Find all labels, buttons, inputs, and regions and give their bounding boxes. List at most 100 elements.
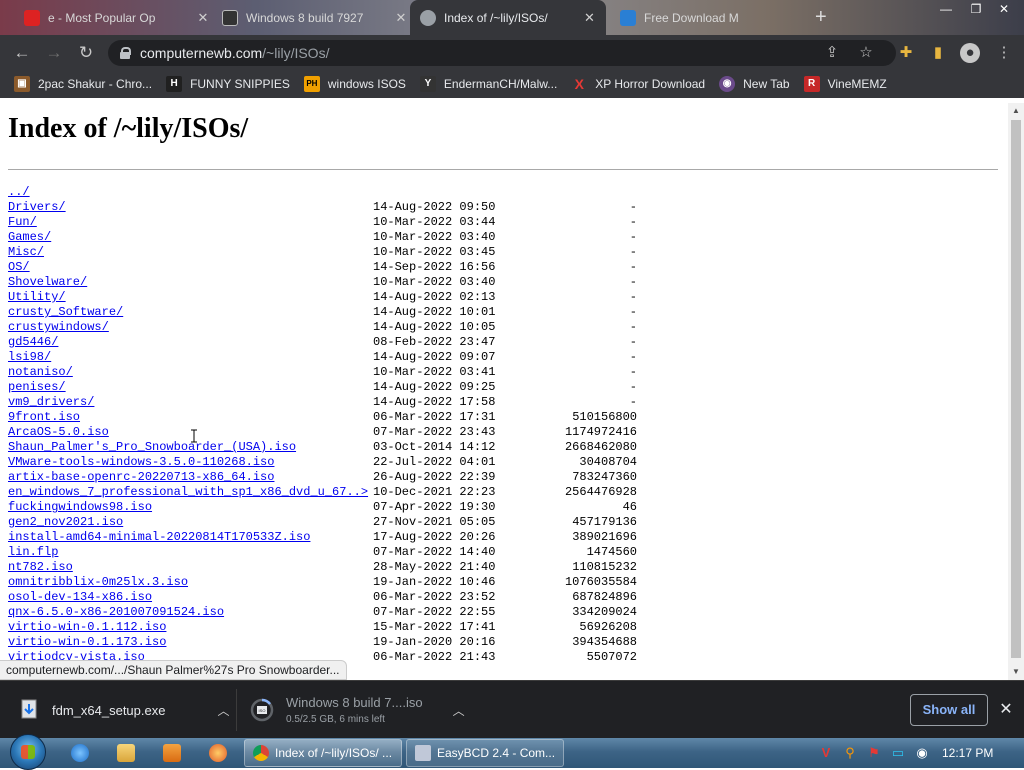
tab-3-active[interactable]: Index of /~lily/ISOs/ ✕: [410, 0, 606, 35]
download-progress-text: 0.5/2.5 GB, 6 mins left: [286, 714, 385, 725]
entry-link[interactable]: Utility/: [8, 290, 66, 305]
profile-avatar-icon[interactable]: ●: [960, 43, 980, 63]
entry-link[interactable]: Shovelware/: [8, 275, 87, 290]
entry-link[interactable]: gen2_nov2021.iso: [8, 515, 123, 530]
minimize-icon[interactable]: —: [932, 0, 960, 20]
entry-link[interactable]: OS/: [8, 260, 30, 275]
entry-size: 783247360: [572, 470, 637, 484]
bookmark-windows-isos[interactable]: PH windows ISOS: [303, 76, 406, 92]
download-item-windows8[interactable]: ISO Windows 8 build 7....iso 0.5/2.5 GB,…: [250, 689, 465, 731]
tray-monitor-icon[interactable]: ▭: [890, 745, 906, 761]
bookmark-xp-horror[interactable]: X XP Horror Download: [571, 76, 705, 92]
side-panel-icon[interactable]: ▮: [928, 43, 948, 63]
bookmark-vinememz[interactable]: R VineMEMZ: [803, 76, 887, 92]
extensions-icon[interactable]: ✚: [896, 43, 916, 63]
entry-link[interactable]: Drivers/: [8, 200, 66, 215]
tab-close-icon[interactable]: ✕: [583, 10, 596, 26]
close-window-icon[interactable]: ✕: [990, 0, 1018, 20]
scroll-up-icon[interactable]: ▲: [1008, 103, 1024, 119]
entry-link[interactable]: en_windows_7_professional_with_sp1_x86_d…: [8, 485, 368, 500]
globe-icon: [420, 9, 436, 26]
bookmark-endermanch[interactable]: Y EndermanCH/Malw...: [419, 76, 557, 92]
entry-link[interactable]: Misc/: [8, 245, 44, 260]
entry-link[interactable]: Shaun_Palmer's_Pro_Snowboarder_(USA).iso: [8, 440, 296, 455]
entry-link[interactable]: Games/: [8, 230, 51, 245]
entry-link[interactable]: virtio-win-0.1.112.iso: [8, 620, 166, 635]
lock-icon[interactable]: [120, 47, 131, 59]
bookmark-label: windows ISOS: [327, 77, 406, 91]
address-bar[interactable]: computernewb.com/~lily/ISOs/: [108, 40, 896, 66]
bookmark-favicon-icon: PH: [303, 76, 320, 92]
entry-date: 10-Mar-2022 03:40: [373, 275, 496, 289]
scroll-down-icon[interactable]: ▼: [1008, 664, 1024, 680]
entry-link[interactable]: vm9_drivers/: [8, 395, 94, 410]
entry-link[interactable]: nt782.iso: [8, 560, 73, 575]
bookmark-2pac[interactable]: ▣ 2pac Shakur - Chro...: [14, 76, 152, 92]
close-downloads-icon[interactable]: ✕: [996, 700, 1016, 720]
entry-link[interactable]: omnitribblix-0m25lx.3.iso: [8, 575, 188, 590]
entry-link[interactable]: crustywindows/: [8, 320, 109, 335]
entry-link[interactable]: lsi98/: [8, 350, 51, 365]
scrollbar-thumb[interactable]: [1011, 120, 1021, 658]
entry-link[interactable]: penises/: [8, 380, 66, 395]
taskbar-pin-explorer[interactable]: [106, 741, 146, 765]
tray-search-icon[interactable]: ⚲: [842, 745, 858, 761]
bookmark-funny-snippies[interactable]: H FUNNY SNIPPIES: [166, 76, 290, 92]
forward-icon[interactable]: →: [42, 42, 66, 64]
tab-2[interactable]: Windows 8 build 7927 ✕: [212, 0, 418, 35]
back-icon[interactable]: ←: [10, 42, 34, 64]
taskbar-pin-ie[interactable]: [60, 741, 100, 765]
entry-link[interactable]: fuckingwindows98.iso: [8, 500, 152, 515]
taskbar-pin-media[interactable]: [152, 741, 192, 765]
taskbar-button-easybcd[interactable]: EasyBCD 2.4 - Com...: [406, 739, 564, 767]
entry-link[interactable]: 9front.iso: [8, 410, 80, 425]
entry-link[interactable]: crusty_Software/: [8, 305, 123, 320]
vertical-scrollbar[interactable]: ▲ ▼: [1008, 103, 1024, 680]
entry-link[interactable]: qnx-6.5.0-x86-201007091524.iso: [8, 605, 224, 620]
taskbar-pin-paint[interactable]: [198, 741, 238, 765]
entry-link[interactable]: gd5446/: [8, 335, 58, 350]
show-all-button[interactable]: Show all: [910, 694, 988, 726]
share-icon[interactable]: ⇪: [822, 43, 842, 63]
entry-size: -: [629, 290, 637, 304]
entry-link[interactable]: Fun/: [8, 215, 37, 230]
chevron-up-icon[interactable]: ︿: [217, 702, 229, 719]
entry-link[interactable]: virtio-win-0.1.173.iso: [8, 635, 166, 650]
tab-4[interactable]: Free Download M: [610, 0, 774, 35]
tab-1[interactable]: e - Most Popular Op ✕: [14, 0, 220, 35]
browser-toolbar: ← → ↻ computernewb.com/~lily/ISOs/ ⇪ ☆ ✚…: [0, 35, 1024, 70]
entry-date: 14-Aug-2022 10:01: [373, 305, 496, 319]
entry-size: -: [629, 260, 637, 274]
tray-volume-icon[interactable]: ◉: [914, 745, 930, 761]
entry-link[interactable]: osol-dev-134-x86.iso: [8, 590, 152, 605]
tray-v-icon[interactable]: V: [818, 745, 834, 761]
entry-link[interactable]: install-amd64-minimal-20220814T170533Z.i…: [8, 530, 310, 545]
entry-date: 22-Jul-2022 04:01: [373, 455, 496, 469]
download-item-fdm[interactable]: fdm_x64_setup.exe ︿: [20, 689, 229, 731]
bookmark-new-tab[interactable]: ◉ New Tab: [719, 76, 790, 92]
entry-date: 06-Mar-2022 17:31: [373, 410, 496, 424]
tray-flag-icon[interactable]: ⚑: [866, 745, 882, 761]
reload-icon[interactable]: ↻: [74, 42, 98, 64]
restore-icon[interactable]: ❐: [962, 0, 990, 20]
link-status-bubble: computernewb.com/.../Shaun Palmer%27s Pr…: [0, 660, 347, 680]
entry-link[interactable]: notaniso/: [8, 365, 73, 380]
menu-kebab-icon[interactable]: ⋮: [994, 43, 1014, 63]
chevron-up-icon[interactable]: ︿: [453, 702, 465, 719]
tab-close-icon[interactable]: ✕: [394, 10, 408, 26]
entry-link[interactable]: lin.flp: [8, 545, 58, 560]
bookmark-star-icon[interactable]: ☆: [856, 43, 876, 63]
entry-date: 14-Aug-2022 17:58: [373, 395, 496, 409]
tab-close-icon[interactable]: ✕: [196, 10, 210, 26]
bookmark-label: FUNNY SNIPPIES: [190, 77, 290, 91]
entry-date: 03-Oct-2014 14:12: [373, 440, 496, 454]
start-button[interactable]: [10, 734, 46, 770]
entry-link[interactable]: artix-base-openrc-20220713-x86_64.iso: [8, 470, 274, 485]
entry-link[interactable]: ../: [8, 185, 30, 200]
entry-size: -: [629, 320, 637, 334]
entry-link[interactable]: VMware-tools-windows-3.5.0-110268.iso: [8, 455, 274, 470]
entry-date: 27-Nov-2021 05:05: [373, 515, 496, 529]
entry-link[interactable]: ArcaOS-5.0.iso: [8, 425, 109, 440]
new-tab-icon[interactable]: +: [815, 6, 827, 29]
taskbar-button-chrome[interactable]: Index of /~lily/ISOs/ ...: [244, 739, 402, 767]
